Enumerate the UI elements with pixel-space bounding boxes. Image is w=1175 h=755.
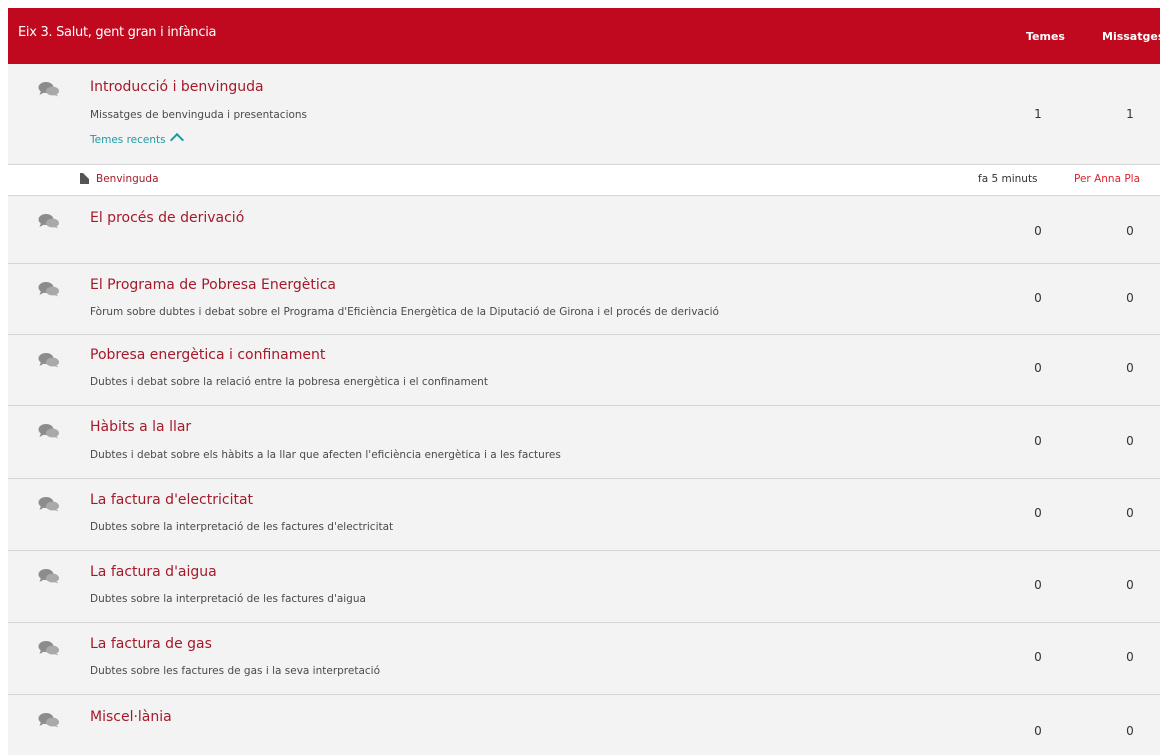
- forum-table: Eix 3. Salut, gent gran i infància Temes…: [8, 8, 1164, 755]
- chat-bubbles-icon: [38, 497, 59, 512]
- chat-bubbles-icon: [38, 424, 59, 439]
- recent-topic-author[interactable]: Per Anna Pla: [1074, 173, 1140, 185]
- forum-link[interactable]: La factura d'aigua: [90, 564, 217, 580]
- chat-bubbles-icon: [38, 713, 59, 728]
- forum-row: La factura d'aigua Dubtes sobre la inter…: [8, 551, 1160, 623]
- forum-link[interactable]: Introducció i benvinguda: [90, 79, 264, 95]
- topic-count: 0: [1034, 224, 1042, 238]
- column-header-topics: Temes: [1026, 30, 1065, 43]
- forum-link[interactable]: Miscel·lània: [90, 709, 172, 725]
- document-icon: [80, 173, 89, 184]
- forum-row: La factura de gas Dubtes sobre les factu…: [8, 623, 1160, 695]
- forum-row: Pobresa energètica i confinament Dubtes …: [8, 335, 1160, 406]
- forum-description: Missatges de benvinguda i presentacions: [90, 109, 308, 121]
- forum-row: El procés de derivació 0 0: [8, 196, 1160, 264]
- forum-link[interactable]: La factura d'electricitat: [90, 492, 253, 508]
- post-count: 0: [1126, 724, 1134, 738]
- post-count: 1: [1126, 107, 1134, 121]
- chat-bubbles-icon: [38, 641, 59, 656]
- recent-topics-label: Temes recents: [90, 134, 166, 146]
- chat-bubbles-icon: [38, 214, 59, 229]
- forum-description: Dubtes i debat sobre els hàbits a la lla…: [90, 449, 561, 461]
- forum-description: Dubtes sobre la interpretació de les fac…: [90, 593, 366, 605]
- post-count: 0: [1126, 361, 1134, 375]
- topic-count: 0: [1034, 434, 1042, 448]
- forum-description: Dubtes sobre la interpretació de les fac…: [90, 521, 394, 533]
- category-title: Eix 3. Salut, gent gran i infància: [18, 25, 217, 40]
- recent-topic-row: Benvinguda fa 5 minuts Per Anna Pla: [8, 165, 1160, 196]
- forum-link[interactable]: La factura de gas: [90, 636, 212, 652]
- topic-count: 1: [1034, 107, 1042, 121]
- topic-count: 0: [1034, 361, 1042, 375]
- forum-description: Dubtes sobre les factures de gas i la se…: [90, 665, 381, 677]
- post-count: 0: [1126, 650, 1134, 664]
- recent-topic-link[interactable]: Benvinguda: [96, 173, 159, 185]
- forum-link[interactable]: Pobresa energètica i confinament: [90, 347, 325, 363]
- post-count: 0: [1126, 434, 1134, 448]
- topic-count: 0: [1034, 650, 1042, 664]
- topic-count: 0: [1034, 506, 1042, 520]
- forum-row: Miscel·lània 0 0: [8, 695, 1160, 755]
- topic-count: 0: [1034, 578, 1042, 592]
- forum-description: Fòrum sobre dubtes i debat sobre el Prog…: [90, 306, 719, 318]
- post-count: 0: [1126, 291, 1134, 305]
- forum-row: Introducció i benvinguda Missatges de be…: [8, 64, 1160, 165]
- chat-bubbles-icon: [38, 282, 59, 297]
- chat-bubbles-icon: [38, 353, 59, 368]
- forum-row: El Programa de Pobresa Energètica Fòrum …: [8, 264, 1160, 335]
- post-count: 0: [1126, 224, 1134, 238]
- forum-link[interactable]: El Programa de Pobresa Energètica: [90, 277, 336, 293]
- topic-count: 0: [1034, 291, 1042, 305]
- post-count: 0: [1126, 506, 1134, 520]
- topic-count: 0: [1034, 724, 1042, 738]
- chevron-up-icon: [169, 132, 184, 148]
- recent-topic-time: fa 5 minuts: [978, 173, 1038, 185]
- category-header: Eix 3. Salut, gent gran i infància Temes…: [8, 8, 1164, 64]
- forum-row: Hàbits a la llar Dubtes i debat sobre el…: [8, 406, 1160, 479]
- column-header-posts: Missatges: [1102, 30, 1165, 43]
- forum-row: La factura d'electricitat Dubtes sobre l…: [8, 479, 1160, 551]
- recent-topics-toggle[interactable]: Temes recents: [90, 132, 184, 148]
- chat-bubbles-icon: [38, 569, 59, 584]
- forum-description: Dubtes i debat sobre la relació entre la…: [90, 376, 488, 388]
- forum-link[interactable]: El procés de derivació: [90, 210, 244, 226]
- post-count: 0: [1126, 578, 1134, 592]
- chat-bubbles-icon: [38, 82, 59, 97]
- forum-link[interactable]: Hàbits a la llar: [90, 419, 191, 435]
